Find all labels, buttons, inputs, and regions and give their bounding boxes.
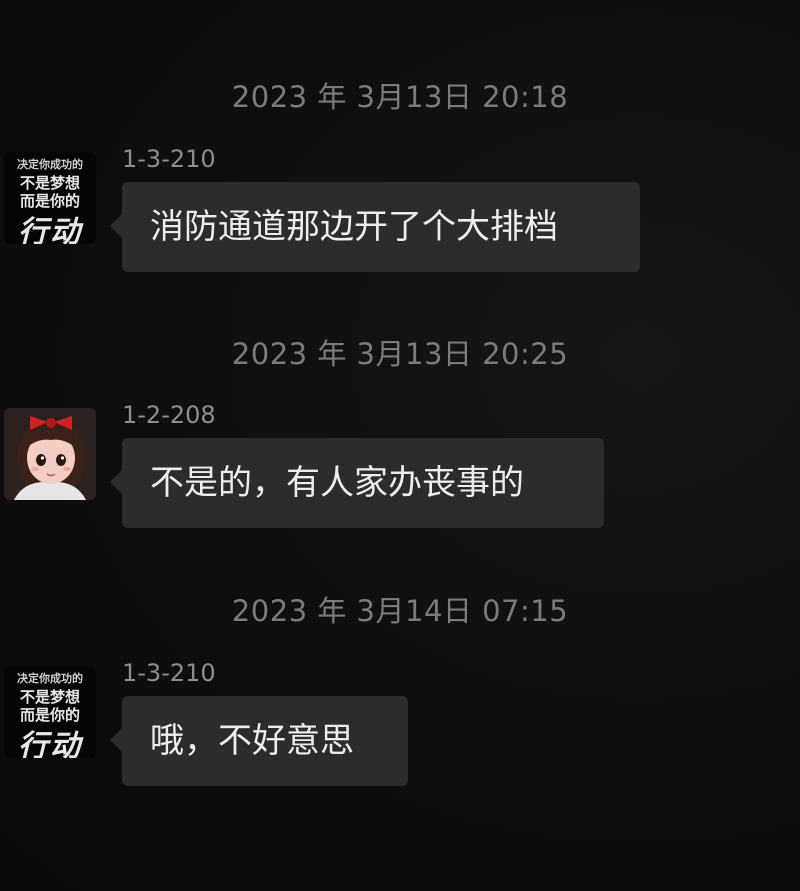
message-bubble[interactable]: 哦，不好意思 — [110, 696, 408, 786]
timestamp: 2023 年 3月14日 07:15 — [231, 594, 569, 628]
motivational-text-avatar[interactable]: 决定你成功的 不是梦想 而是你的 行动 — [4, 666, 96, 758]
sender-name: 1-2-208 — [122, 401, 216, 429]
sender-name: 1-3-210 — [122, 659, 216, 687]
sender-name: 1-3-210 — [122, 145, 216, 173]
girl-avatar-icon — [4, 408, 96, 500]
avatar-text-line: 行动 — [18, 215, 82, 244]
avatar-text-line: 决定你成功的 — [17, 672, 83, 685]
timestamp: 2023 年 3月13日 20:25 — [231, 337, 569, 371]
message-bubble[interactable]: 不是的，有人家办丧事的 — [110, 438, 604, 528]
chat-view[interactable]: 2023 年 3月13日 20:18 决定你成功的 不是梦想 而是你的 行动 1… — [0, 0, 800, 891]
avatar-text-line: 行动 — [18, 729, 82, 758]
timestamp: 2023 年 3月13日 20:18 — [231, 80, 569, 114]
message-bubble[interactable]: 消防通道那边开了个大排档 — [110, 182, 640, 272]
avatar-text-line: 决定你成功的 — [17, 158, 83, 171]
girl-with-red-bow-avatar[interactable] — [4, 408, 96, 500]
motivational-text-avatar[interactable]: 决定你成功的 不是梦想 而是你的 行动 — [4, 152, 96, 244]
